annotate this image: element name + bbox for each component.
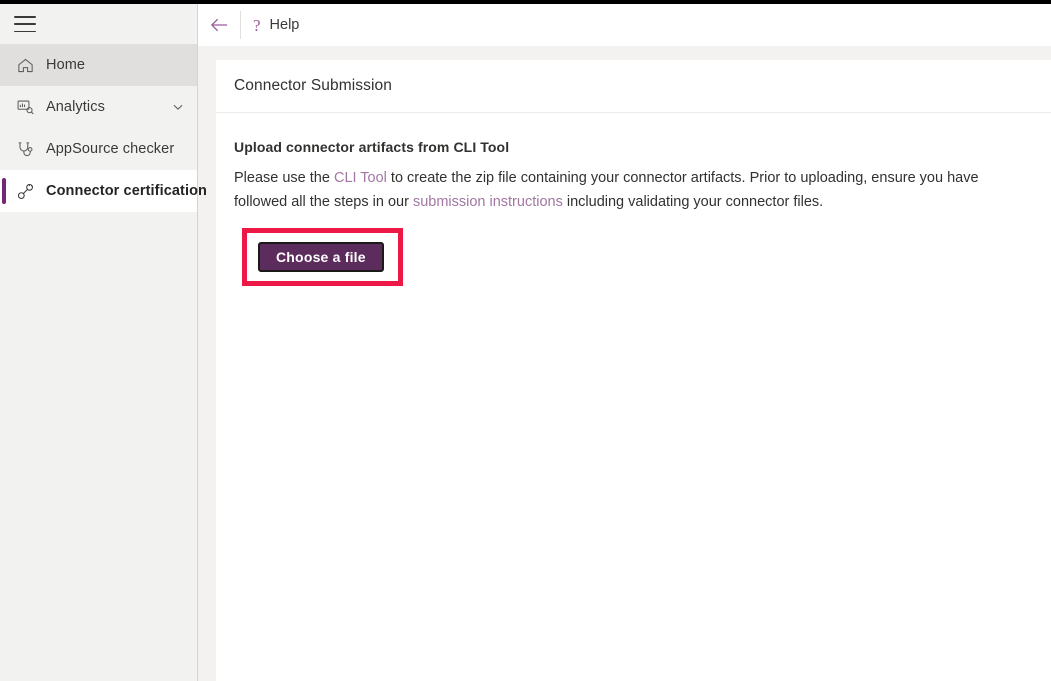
- connector-submission-card: Connector Submission Upload connector ar…: [216, 60, 1051, 681]
- section-description: Please use the CLI Tool to create the zi…: [234, 166, 1024, 214]
- section-heading: Upload connector artifacts from CLI Tool: [234, 139, 510, 155]
- sidebar-item-label: AppSource checker: [46, 141, 175, 157]
- app-shell: Home Analytics AppSource checker Connect…: [0, 4, 1051, 681]
- card-header: Connector Submission: [216, 60, 1051, 113]
- back-button[interactable]: [198, 4, 240, 46]
- help-button[interactable]: ? Help: [241, 4, 311, 46]
- page-title: Connector Submission: [234, 77, 392, 94]
- sidebar-item-label: Connector certification: [46, 183, 208, 199]
- sidebar-item-analytics[interactable]: Analytics: [0, 86, 197, 128]
- stethoscope-icon: [14, 138, 36, 160]
- help-label: Help: [269, 17, 300, 33]
- command-bar: ? Help: [198, 4, 1051, 46]
- description-part-1: Please use the: [234, 170, 334, 186]
- sidebar-item-connector-certification[interactable]: Connector certification: [0, 170, 207, 212]
- description-part-3: including validating your connector file…: [562, 194, 824, 210]
- analytics-icon: [14, 96, 36, 118]
- question-mark-icon: ?: [253, 15, 261, 35]
- home-icon: [14, 54, 36, 76]
- choose-file-highlight-box: Choose a file: [242, 228, 403, 286]
- cli-tool-link[interactable]: CLI Tool: [334, 170, 387, 186]
- selected-indicator-bar: [2, 178, 6, 204]
- sidebar-item-label: Analytics: [46, 99, 105, 115]
- sidebar: Home Analytics AppSource checker Connect…: [0, 4, 207, 681]
- connector-plug-icon: [14, 180, 36, 202]
- page-body: Connector Submission Upload connector ar…: [198, 46, 1051, 681]
- choose-file-button[interactable]: Choose a file: [258, 242, 384, 272]
- submission-instructions-link[interactable]: submission instructions: [413, 194, 563, 210]
- sidebar-item-home[interactable]: Home: [0, 44, 197, 86]
- card-content: Upload connector artifacts from CLI Tool…: [216, 113, 1051, 286]
- hamburger-menu-icon[interactable]: [14, 16, 36, 32]
- sidebar-header: [0, 4, 197, 44]
- sidebar-item-label: Home: [46, 57, 86, 73]
- sidebar-item-appsource-checker[interactable]: AppSource checker: [0, 128, 197, 170]
- main-region: ? Help Connector Submission Upload conne…: [198, 4, 1051, 681]
- chevron-down-icon[interactable]: [169, 98, 187, 116]
